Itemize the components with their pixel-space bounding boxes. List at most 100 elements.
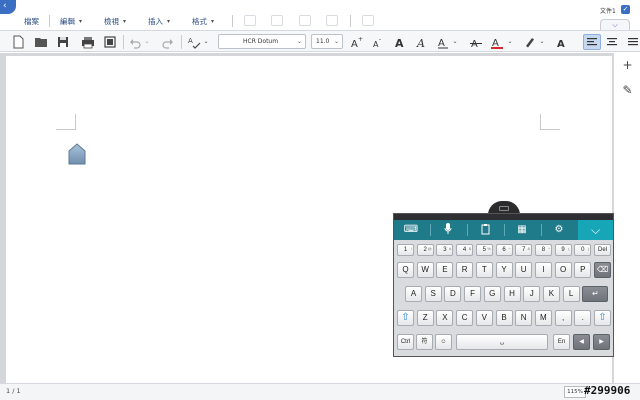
font-size-select[interactable]: 11.0 ⌄ bbox=[311, 34, 343, 49]
grow-font-icon[interactable]: A + bbox=[350, 34, 363, 50]
letter-key[interactable]: Q bbox=[397, 262, 414, 278]
chevron-down-icon[interactable]: ⌄ bbox=[452, 34, 458, 50]
letter-key[interactable]: N bbox=[515, 310, 533, 326]
italic-icon[interactable]: A bbox=[416, 34, 429, 50]
save-icon[interactable] bbox=[56, 34, 70, 50]
page-layout-icon[interactable] bbox=[103, 34, 117, 50]
print-icon[interactable] bbox=[81, 34, 95, 50]
image-icon[interactable] bbox=[271, 15, 283, 26]
language-key[interactable]: En bbox=[553, 334, 570, 350]
letter-key[interactable]: , bbox=[554, 310, 572, 326]
slideshow-icon[interactable] bbox=[362, 15, 374, 26]
emoji-table-icon[interactable]: ▦ bbox=[507, 220, 537, 240]
number-key[interactable]: 9( bbox=[554, 244, 572, 256]
menu-file[interactable]: 檔案 bbox=[24, 14, 39, 28]
number-key[interactable]: 1! bbox=[397, 244, 414, 256]
letter-key[interactable]: A bbox=[405, 286, 422, 302]
text-shade-icon[interactable]: A bbox=[556, 34, 569, 50]
font-color-icon[interactable]: A bbox=[491, 34, 504, 50]
letter-key[interactable]: S bbox=[424, 286, 442, 302]
undo-icon[interactable] bbox=[129, 34, 141, 50]
menu-format[interactable]: 格式 ▾ bbox=[192, 14, 214, 28]
number-key[interactable]: 4 $ bbox=[456, 244, 474, 256]
letter-key[interactable]: J bbox=[523, 286, 541, 302]
add-button[interactable]: + bbox=[620, 58, 635, 73]
highlight-icon[interactable] bbox=[523, 34, 536, 50]
shrink-font-icon[interactable]: A- bbox=[372, 34, 385, 50]
emoji-key[interactable]: ☺ bbox=[435, 334, 452, 350]
number-key[interactable]: 2 @ bbox=[416, 244, 434, 256]
collapse-ribbon-button[interactable]: ⌵ bbox=[600, 19, 630, 30]
textbox-icon[interactable] bbox=[299, 15, 311, 26]
cursor-right-key[interactable]: ▶ bbox=[593, 334, 610, 350]
table-icon[interactable] bbox=[244, 15, 256, 26]
letter-key[interactable]: M bbox=[534, 310, 552, 326]
keyboard-icon[interactable]: ⌨ bbox=[396, 220, 426, 240]
number-key[interactable]: 7 & bbox=[515, 244, 533, 256]
zoom-level[interactable]: 115% bbox=[564, 386, 586, 398]
chevron-down-icon[interactable]: ⌄ bbox=[144, 34, 150, 50]
bold-icon[interactable]: A bbox=[394, 34, 407, 50]
number-key[interactable]: 5% bbox=[475, 244, 493, 256]
letter-key[interactable]: T bbox=[475, 262, 493, 278]
letter-key[interactable]: E bbox=[436, 262, 454, 278]
redo-icon[interactable] bbox=[162, 34, 174, 50]
letter-key[interactable]: Z bbox=[416, 310, 434, 326]
letter-key[interactable]: B bbox=[495, 310, 513, 326]
letter-key[interactable]: P bbox=[574, 262, 592, 278]
menu-view[interactable]: 檢視 ▾ bbox=[104, 14, 126, 28]
new-document-icon[interactable] bbox=[11, 34, 25, 50]
spellcheck-icon[interactable]: A bbox=[187, 34, 201, 50]
menu-insert[interactable]: 插入 ▾ bbox=[148, 14, 170, 28]
letter-key[interactable]: C bbox=[456, 310, 474, 326]
letter-key[interactable]: I bbox=[534, 262, 552, 278]
chevron-down-icon[interactable]: ⌵ bbox=[578, 220, 613, 240]
save-status-check[interactable]: ✓ bbox=[621, 5, 630, 14]
chevron-down-icon[interactable]: ⌄ bbox=[507, 34, 513, 50]
letter-key[interactable]: V bbox=[475, 310, 493, 326]
number-key[interactable]: 0) bbox=[574, 244, 592, 256]
letter-key[interactable]: U bbox=[515, 262, 533, 278]
pentagon-shape[interactable] bbox=[68, 143, 86, 165]
delete-key[interactable]: Del bbox=[594, 244, 611, 256]
letter-key[interactable]: Y bbox=[495, 262, 513, 278]
number-key[interactable]: 3 # bbox=[436, 244, 454, 256]
letter-key[interactable]: D bbox=[444, 286, 462, 302]
letter-key[interactable]: X bbox=[436, 310, 454, 326]
letter-key[interactable]: R bbox=[456, 262, 474, 278]
folder-open-icon[interactable] bbox=[34, 34, 48, 50]
align-center-icon[interactable] bbox=[605, 34, 619, 50]
cursor-left-key[interactable]: ◀ bbox=[573, 334, 590, 350]
letter-key[interactable]: O bbox=[554, 262, 572, 278]
letter-key[interactable]: H bbox=[503, 286, 521, 302]
microphone-icon[interactable] bbox=[433, 220, 463, 240]
align-left-button[interactable] bbox=[583, 34, 601, 50]
clipboard-icon[interactable] bbox=[470, 220, 500, 240]
letter-key[interactable]: F bbox=[464, 286, 482, 302]
menu-edit[interactable]: 編輯 ▾ bbox=[60, 14, 82, 28]
chevron-down-icon[interactable]: ⌄ bbox=[539, 34, 545, 50]
underline-icon[interactable]: A bbox=[437, 34, 450, 50]
strikethrough-icon[interactable]: A bbox=[470, 34, 483, 50]
back-button[interactable]: ‹ bbox=[0, 0, 16, 14]
number-key[interactable]: 8 * bbox=[534, 244, 552, 256]
symbol-key[interactable]: 符 bbox=[416, 334, 433, 350]
space-key[interactable]: ␣ bbox=[456, 334, 548, 350]
font-family-select[interactable]: HCR Dotum ⌄ bbox=[218, 34, 306, 49]
enter-key[interactable]: ↵ bbox=[582, 286, 609, 302]
letter-key[interactable]: G bbox=[483, 286, 501, 302]
letter-key[interactable]: K bbox=[542, 286, 560, 302]
shape-icon[interactable] bbox=[326, 15, 338, 26]
shift-key[interactable]: ⇧ bbox=[397, 310, 414, 326]
settings-icon[interactable]: ⚙ bbox=[544, 220, 574, 240]
chevron-down-icon[interactable]: ⌄ bbox=[203, 34, 209, 50]
edit-note-button[interactable]: ✎ bbox=[620, 83, 635, 98]
letter-key[interactable]: W bbox=[416, 262, 434, 278]
shift-key[interactable]: ⇧ bbox=[594, 310, 611, 326]
align-justify-icon[interactable] bbox=[626, 34, 640, 50]
letter-key[interactable]: L bbox=[562, 286, 580, 302]
ctrl-key[interactable]: Ctrl bbox=[397, 334, 414, 350]
number-key[interactable]: 6 ^ bbox=[495, 244, 513, 256]
letter-key[interactable]: . bbox=[574, 310, 592, 326]
backspace-key[interactable]: ⌫ bbox=[594, 262, 611, 278]
